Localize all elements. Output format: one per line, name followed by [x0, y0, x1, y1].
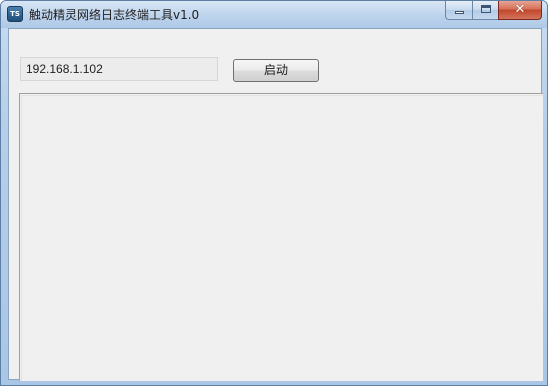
maximize-button[interactable]	[472, 1, 498, 20]
minimize-icon	[455, 11, 464, 14]
minimize-button[interactable]	[445, 1, 472, 20]
app-window: TS 触动精灵网络日志终端工具v1.0 ✕ 192.168.1.102 启动	[0, 0, 548, 386]
log-content	[21, 95, 543, 381]
start-button[interactable]: 启动	[233, 59, 319, 82]
client-area: 192.168.1.102 启动	[8, 28, 543, 381]
title-bar[interactable]: TS 触动精灵网络日志终端工具v1.0 ✕	[1, 1, 547, 28]
close-button[interactable]: ✕	[498, 1, 542, 20]
app-icon: TS	[7, 6, 23, 22]
close-icon: ✕	[514, 2, 526, 17]
caption-buttons: ✕	[445, 1, 542, 20]
window-title: 触动精灵网络日志终端工具v1.0	[29, 8, 200, 22]
maximize-icon	[481, 5, 491, 13]
log-output-area[interactable]	[19, 93, 543, 381]
ip-address-field[interactable]: 192.168.1.102	[20, 57, 218, 81]
